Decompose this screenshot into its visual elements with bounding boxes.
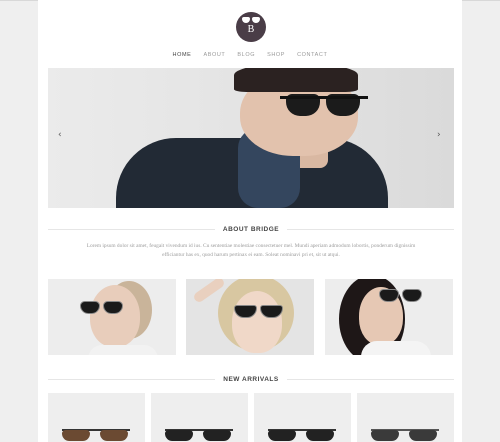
about-text: Lorem ipsum dolor sit amet, feugait vive…	[86, 243, 416, 258]
about-title: ABOUT BRIDGE	[222, 226, 280, 233]
chevron-right-icon[interactable]: ›	[437, 130, 441, 140]
new-arrivals-heading: NEW ARRIVALS	[48, 376, 455, 383]
product-image-sunglasses	[268, 427, 336, 441]
product-card-1[interactable]	[48, 393, 145, 442]
main-nav: HOME ABOUT BLOG SHOP CONTACT	[0, 52, 500, 58]
product-image-sunglasses	[62, 427, 130, 441]
logo-letter: B	[247, 24, 255, 35]
product-image-sunglasses	[165, 427, 233, 441]
site-logo[interactable]: B	[236, 12, 266, 42]
sunglasses-icon	[242, 17, 260, 24]
nav-item-blog[interactable]: BLOG	[237, 52, 255, 58]
hero-image-sunglasses	[280, 92, 370, 116]
new-arrivals-title: NEW ARRIVALS	[223, 376, 279, 383]
nav-item-contact[interactable]: CONTACT	[297, 52, 327, 58]
nav-item-home[interactable]: HOME	[173, 52, 192, 58]
nav-item-about[interactable]: ABOUT	[203, 52, 225, 58]
product-card-4[interactable]	[357, 393, 454, 442]
product-card-2[interactable]	[151, 393, 248, 442]
product-card-3[interactable]	[254, 393, 351, 442]
model-photo-1[interactable]	[48, 279, 176, 355]
chevron-left-icon[interactable]: ‹	[58, 130, 62, 140]
hero-slider	[48, 68, 454, 208]
hero-image-hair	[234, 68, 358, 92]
about-heading: ABOUT BRIDGE	[48, 226, 455, 233]
product-image-sunglasses	[371, 427, 439, 441]
model-photo-3[interactable]	[325, 279, 453, 355]
model-photo-2[interactable]	[186, 279, 314, 355]
nav-item-shop[interactable]: SHOP	[267, 52, 285, 58]
